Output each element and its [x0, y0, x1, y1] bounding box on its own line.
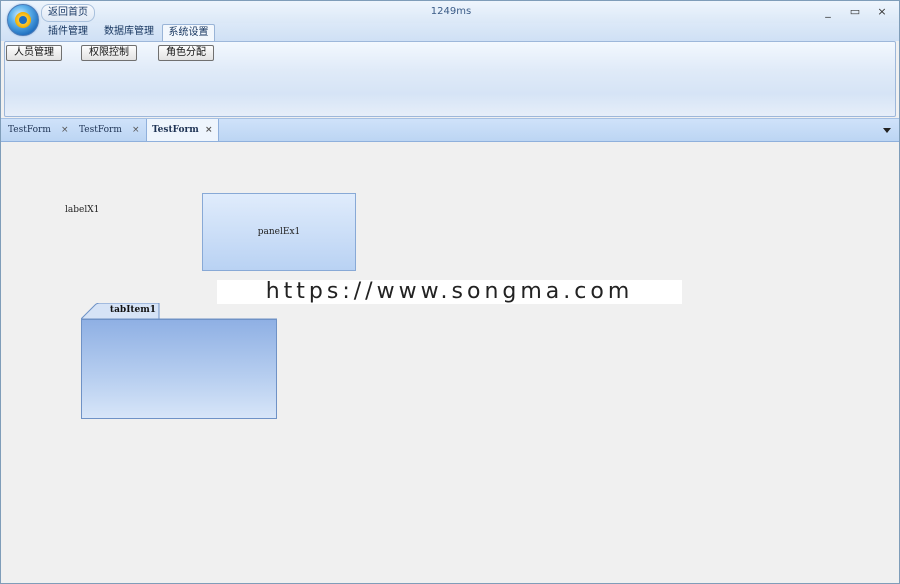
ribbon-tab-strip: 插件管理 数据库管理 系统设置	[1, 23, 899, 41]
ribbon-tab-database[interactable]: 数据库管理	[101, 24, 157, 40]
panel-ex1: panelEx1	[202, 193, 356, 271]
minimize-button[interactable]: _	[819, 5, 837, 20]
window-title: 1249ms	[430, 6, 472, 17]
tab-item-label: tabItem1	[109, 305, 157, 315]
document-tab-strip: TestForm × TestForm × TestForm ×	[1, 118, 899, 142]
label-x1: labelX1	[65, 205, 100, 215]
ribbon-tab-settings[interactable]: 系统设置	[162, 24, 215, 41]
title-bar: 返回首页 1249ms _ ▭ ×	[1, 1, 899, 23]
close-button[interactable]: ×	[873, 5, 891, 20]
doc-tab-label: TestForm	[79, 125, 122, 135]
close-tab-icon[interactable]: ×	[61, 119, 69, 141]
close-tab-icon[interactable]: ×	[132, 119, 140, 141]
doc-tab-label: TestForm	[152, 125, 199, 135]
personnel-management-button[interactable]: 人员管理	[6, 45, 62, 61]
doc-tab-1[interactable]: TestForm ×	[3, 119, 73, 141]
permission-control-button[interactable]: 权限控制	[81, 45, 137, 61]
tab-list-dropdown-icon[interactable]	[883, 128, 891, 133]
doc-tab-2[interactable]: TestForm ×	[74, 119, 144, 141]
doc-tab-3-active[interactable]: TestForm ×	[146, 119, 219, 141]
doc-tab-label: TestForm	[8, 125, 51, 135]
home-button[interactable]: 返回首页	[41, 4, 95, 22]
close-tab-icon[interactable]: ×	[205, 119, 213, 141]
ribbon-tab-plugins[interactable]: 插件管理	[45, 24, 91, 40]
app-menu-orb-icon[interactable]	[7, 4, 39, 36]
maximize-button[interactable]: ▭	[846, 5, 864, 20]
tab-panel-body	[81, 319, 277, 419]
role-assignment-button[interactable]: 角色分配	[158, 45, 214, 61]
orb-logo-icon	[15, 12, 31, 28]
tab-control: tabItem1	[81, 303, 277, 419]
tab-item-1[interactable]: tabItem1	[81, 303, 277, 320]
ribbon-panel: 人员管理 权限控制 角色分配	[4, 41, 896, 117]
watermark-text: https://www.songma.com	[217, 280, 682, 304]
